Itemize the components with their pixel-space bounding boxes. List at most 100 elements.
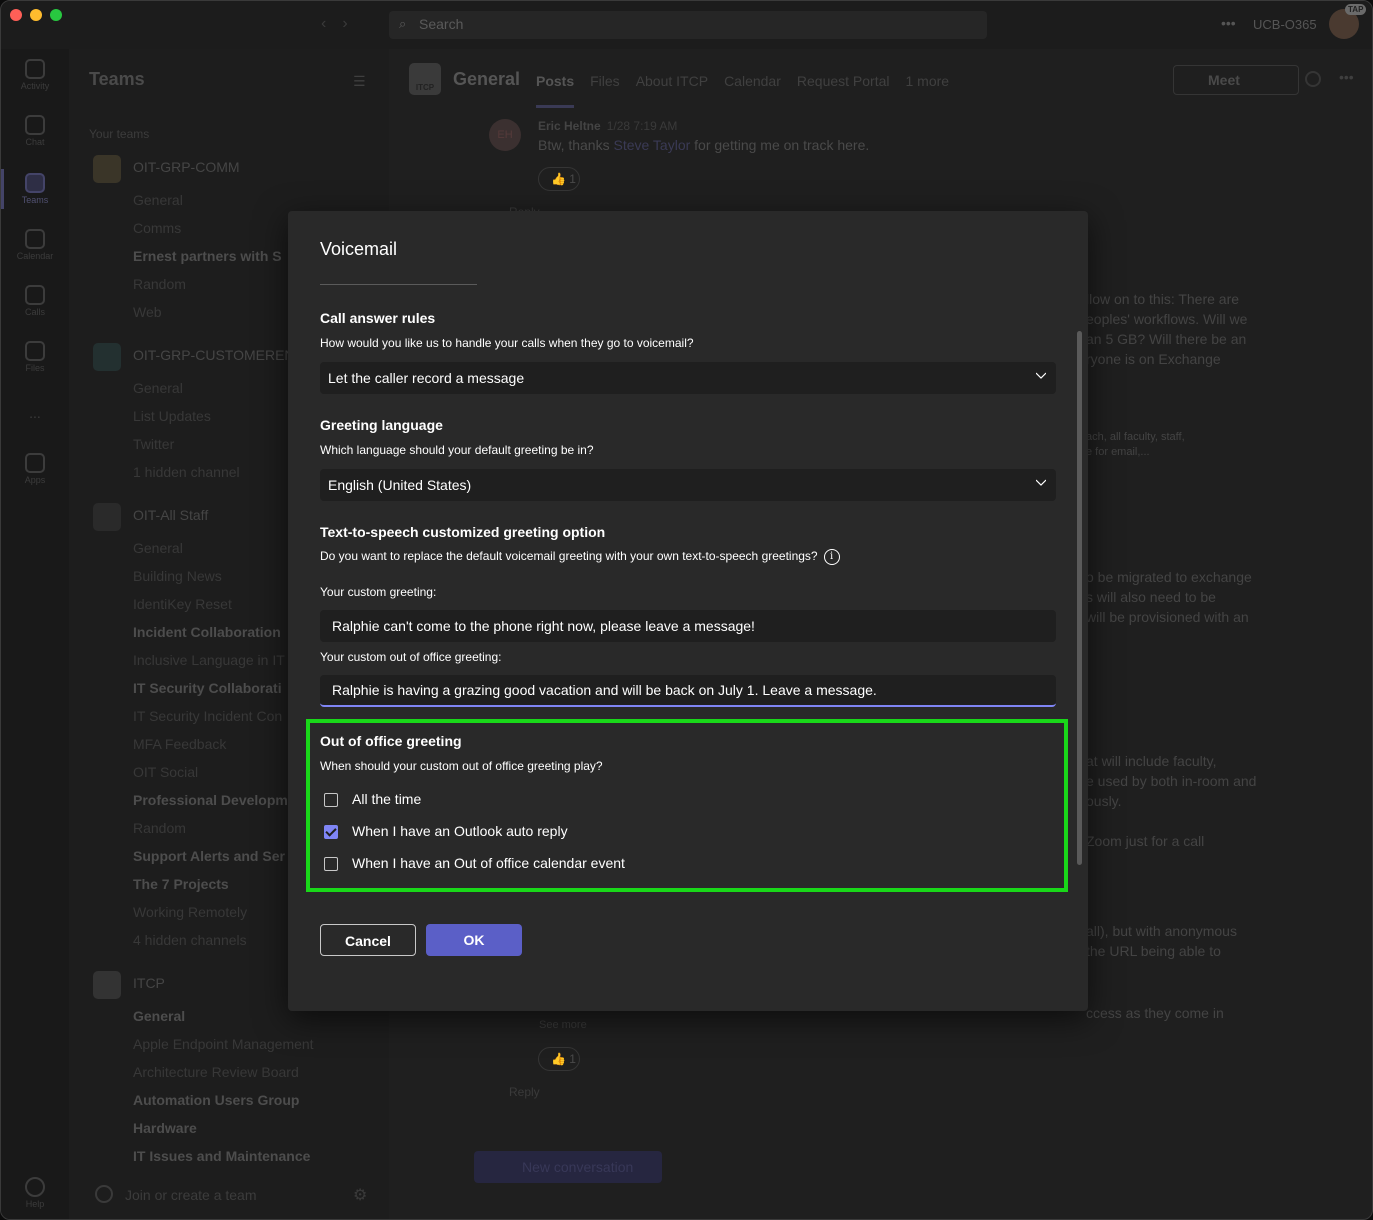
rail-item-apps[interactable]: Apps: [1, 453, 69, 485]
message-text: an 5 GB? Will there be an: [1086, 331, 1247, 347]
nav-arrows-icon[interactable]: ‹›: [321, 15, 364, 33]
channel-item[interactable]: Comms: [133, 220, 181, 236]
channel-item[interactable]: IdentiKey Reset: [133, 596, 232, 612]
channel-item[interactable]: Apple Endpoint Management: [133, 1036, 314, 1052]
channel-item[interactable]: Inclusive Language in IT: [133, 652, 285, 668]
team-name[interactable]: OIT-GRP-COMM: [133, 159, 240, 175]
channel-item[interactable]: OIT Social: [133, 764, 198, 780]
rail-item-calendar[interactable]: Calendar: [1, 229, 69, 261]
rail-item-teams[interactable]: Teams: [1, 173, 69, 205]
checkbox-checked[interactable]: [324, 825, 338, 839]
call-rules-select[interactable]: Let the caller record a message: [320, 362, 1056, 394]
channel-item[interactable]: IT Security Collaborati: [133, 680, 282, 696]
join-team-link[interactable]: Join or create a team: [125, 1187, 257, 1203]
custom-greeting-input[interactable]: [320, 610, 1056, 642]
more-options-icon[interactable]: •••: [1339, 69, 1354, 85]
channel-item[interactable]: Professional Developm: [133, 792, 288, 808]
call-rules-description: How would you like us to handle your cal…: [320, 336, 694, 350]
team-name[interactable]: OIT-All Staff: [133, 507, 208, 523]
message-text: Zoom just for a call: [1086, 833, 1205, 849]
greeting-language-select[interactable]: English (United States): [320, 469, 1056, 501]
tts-heading: Text-to-speech customized greeting optio…: [320, 524, 606, 540]
channel-item[interactable]: Architecture Review Board: [133, 1064, 299, 1080]
gear-icon[interactable]: ⚙: [353, 1185, 367, 1205]
tab-about[interactable]: About ITCP: [636, 73, 708, 89]
mention[interactable]: Steve Taylor: [613, 137, 690, 153]
reply-link[interactable]: Reply: [509, 1085, 540, 1099]
tab-posts[interactable]: Posts: [536, 73, 574, 89]
close-window-button[interactable]: [10, 9, 22, 21]
channel-item[interactable]: List Updates: [133, 408, 211, 424]
channel-item[interactable]: Random: [133, 276, 186, 292]
checkbox-label: When I have an Out of office calendar ev…: [352, 855, 625, 871]
rail-item-activity[interactable]: Activity: [1, 59, 69, 91]
message-text: all), but with anonymous: [1086, 923, 1237, 939]
channel-item[interactable]: General: [133, 540, 183, 556]
rail-item-help[interactable]: Help: [1, 1177, 69, 1209]
avatar[interactable]: EH: [489, 119, 521, 151]
channel-item[interactable]: MFA Feedback: [133, 736, 226, 752]
checkbox-label: When I have an Outlook auto reply: [352, 823, 568, 839]
team-name[interactable]: OIT-GRP-CUSTOMEREN: [133, 347, 295, 363]
zoom-window-button[interactable]: [50, 9, 62, 21]
channel-header: ITCP General Posts Files About ITCP Calenda…: [389, 49, 1372, 111]
ooo-greeting-input[interactable]: [320, 675, 1056, 707]
calendar-icon: [25, 229, 45, 249]
dialog-scrollbar[interactable]: [1077, 331, 1082, 865]
channel-item[interactable]: Building News: [133, 568, 222, 584]
channel-item[interactable]: Automation Users Group: [133, 1092, 299, 1108]
thumbs-up-icon: 👍: [551, 172, 566, 186]
tab-more[interactable]: 1 more: [906, 73, 950, 89]
author-name: Eric Heltne: [538, 119, 601, 133]
channel-item[interactable]: Random: [133, 820, 186, 836]
see-more-link[interactable]: See more: [539, 1017, 587, 1033]
ok-button[interactable]: OK: [426, 924, 522, 956]
channel-item[interactable]: General: [133, 380, 183, 396]
rail-item-files[interactable]: Files: [1, 341, 69, 373]
message-text: at will include faculty,: [1086, 753, 1217, 769]
channel-item[interactable]: Incident Collaboration: [133, 624, 281, 640]
rail-item-label: Chat: [25, 137, 45, 147]
channel-item[interactable]: Working Remotely: [133, 904, 247, 920]
info-icon[interactable]: i: [823, 549, 840, 565]
org-name[interactable]: UCB-O365: [1253, 17, 1317, 32]
message-text: e used by both in-room and: [1086, 773, 1257, 789]
rail-item-chat[interactable]: Chat: [1, 115, 69, 147]
checkbox[interactable]: [324, 793, 338, 807]
minimize-window-button[interactable]: [30, 9, 42, 21]
tab-files[interactable]: Files: [590, 73, 620, 89]
channel-item[interactable]: 4 hidden channels: [133, 932, 247, 948]
channel-item[interactable]: General: [133, 1008, 185, 1024]
call-rules-heading: Call answer rules: [320, 310, 436, 326]
reaction-badge[interactable]: 👍 1: [538, 1047, 580, 1071]
channel-item[interactable]: Ernest partners with S: [133, 248, 282, 264]
file-icon: [25, 341, 45, 361]
filter-icon[interactable]: ☰: [353, 73, 366, 90]
search-input[interactable]: ⌕ Search: [389, 11, 987, 39]
reaction-badge[interactable]: 👍 1: [538, 167, 580, 191]
more-options-icon[interactable]: •••: [1221, 15, 1236, 31]
tab-request-portal[interactable]: Request Portal: [797, 73, 890, 89]
channel-item[interactable]: Twitter: [133, 436, 174, 452]
checkbox[interactable]: [324, 857, 338, 871]
info-icon[interactable]: [1305, 71, 1321, 87]
channel-item[interactable]: IT Issues and Maintenance: [133, 1148, 310, 1164]
meet-button[interactable]: Meet: [1173, 65, 1299, 95]
channel-logo: ITCP: [409, 63, 441, 95]
new-conversation-button[interactable]: New conversation: [474, 1151, 662, 1183]
channel-item[interactable]: IT Security Incident Con: [133, 708, 282, 724]
channel-item[interactable]: The 7 Projects: [133, 876, 229, 892]
ooo-greeting-label: Your custom out of office greeting:: [320, 650, 502, 664]
channel-item[interactable]: Web: [133, 304, 162, 320]
rail-item-calls[interactable]: Calls: [1, 285, 69, 317]
channel-item[interactable]: 1 hidden channel: [133, 464, 240, 480]
rail-item-label: Files: [25, 363, 45, 373]
cancel-button[interactable]: Cancel: [320, 924, 416, 956]
rail-item-more[interactable]: ...: [1, 405, 69, 421]
message-text: will be provisioned with an: [1086, 609, 1249, 625]
channel-item[interactable]: Support Alerts and Ser: [133, 848, 285, 864]
team-name[interactable]: ITCP: [133, 975, 165, 991]
channel-item[interactable]: General: [133, 192, 183, 208]
channel-item[interactable]: Hardware: [133, 1120, 197, 1136]
tab-calendar[interactable]: Calendar: [724, 73, 781, 89]
